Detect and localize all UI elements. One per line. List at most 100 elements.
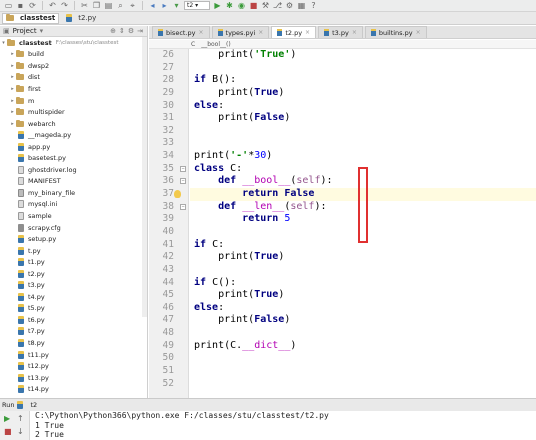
debug-icon[interactable]: ✱ xyxy=(225,1,234,10)
close-icon[interactable]: × xyxy=(305,29,310,36)
code-line[interactable]: print('-'*30) xyxy=(190,150,536,163)
scroll-up-icon[interactable]: ↑ xyxy=(17,415,24,423)
tree-item[interactable]: app.py xyxy=(0,141,147,153)
breadcrumb-project[interactable]: classtest xyxy=(2,12,60,24)
expanded-arrow-icon[interactable]: ▾ xyxy=(0,40,7,46)
code-line[interactable]: else: xyxy=(190,100,536,113)
tree-item[interactable]: __mageda.py xyxy=(0,129,147,141)
code-line[interactable] xyxy=(190,352,536,365)
fold-icon[interactable]: − xyxy=(180,178,186,185)
copy-icon[interactable]: ❐ xyxy=(92,1,101,10)
close-icon[interactable]: × xyxy=(416,29,421,36)
project-scrollbar[interactable] xyxy=(142,37,147,317)
fold-icon[interactable]: − xyxy=(180,165,186,172)
code-line[interactable] xyxy=(190,137,536,150)
tree-item[interactable]: ▸ first xyxy=(0,83,147,95)
structure-icon[interactable]: ▦ xyxy=(297,1,306,10)
tree-item[interactable]: t2.py xyxy=(0,268,147,280)
editor-crumb[interactable]: __bool__() xyxy=(201,41,231,48)
code-line[interactable]: print(False) xyxy=(190,314,536,327)
code-line[interactable]: else: xyxy=(190,302,536,315)
tree-item[interactable]: mysql.ini xyxy=(0,199,147,211)
editor-tab[interactable]: t3.py × xyxy=(318,26,363,38)
back-icon[interactable]: ↶ xyxy=(48,1,57,10)
close-icon[interactable]: × xyxy=(352,29,357,36)
gear-icon[interactable]: ⚙ xyxy=(128,27,134,35)
tree-item[interactable]: t12.py xyxy=(0,360,147,372)
lightbulb-icon[interactable] xyxy=(174,190,181,199)
build-icon[interactable]: ⚒ xyxy=(261,1,270,10)
tree-item[interactable]: basetest.py xyxy=(0,152,147,164)
code-line[interactable] xyxy=(190,125,536,138)
editor-tab[interactable]: t2.py × xyxy=(271,26,317,38)
collapsed-arrow-icon[interactable]: ▸ xyxy=(9,51,16,57)
scroll-from-source-icon[interactable]: ⊕ xyxy=(110,27,116,35)
code-line[interactable]: print(True) xyxy=(190,289,536,302)
code-line[interactable] xyxy=(190,365,536,378)
code-line[interactable] xyxy=(190,378,536,391)
code-line[interactable] xyxy=(190,327,536,340)
hide-icon[interactable]: ⇥ xyxy=(137,27,143,35)
tree-item[interactable]: t.py xyxy=(0,245,147,257)
tree-item[interactable]: sample xyxy=(0,210,147,222)
tree-item[interactable]: t11.py xyxy=(0,349,147,361)
breadcrumb-file[interactable]: t2.py xyxy=(63,13,99,24)
tree-item[interactable]: ▸ dist xyxy=(0,72,147,84)
collapsed-arrow-icon[interactable]: ▸ xyxy=(9,86,16,92)
run-output[interactable]: C:\Python\Python366\python.exe F:/classe… xyxy=(31,411,536,440)
code-line[interactable] xyxy=(190,264,536,277)
settings-icon[interactable]: ⚙ xyxy=(285,1,294,10)
tree-item[interactable]: setup.py xyxy=(0,233,147,245)
code-line[interactable]: if B(): xyxy=(190,74,536,87)
help-icon[interactable]: ? xyxy=(309,1,318,10)
editor-tab[interactable]: builtins.py × xyxy=(364,26,427,38)
run-tab[interactable]: Run t2 xyxy=(2,401,37,409)
collapsed-arrow-icon[interactable]: ▸ xyxy=(9,109,16,115)
paste-icon[interactable]: ▤ xyxy=(104,1,113,10)
coverage-icon[interactable]: ◉ xyxy=(237,1,246,10)
tree-item[interactable]: ▸ m xyxy=(0,95,147,107)
run-config-select[interactable]: t2 ▾ xyxy=(184,1,210,10)
tree-item[interactable]: my_binary_file xyxy=(0,187,147,199)
chevron-down-icon[interactable]: ▾ xyxy=(40,27,44,35)
editor-tab[interactable]: bisect.py × xyxy=(152,26,210,38)
project-panel-title[interactable]: Project xyxy=(13,27,37,35)
tree-item[interactable]: t14.py xyxy=(0,383,147,395)
code-line[interactable]: print(True) xyxy=(190,251,536,264)
collapsed-arrow-icon[interactable]: ▸ xyxy=(9,63,16,69)
editor-tab[interactable]: types.pyi × xyxy=(211,26,270,38)
code-line[interactable]: print(C.__dict__) xyxy=(190,340,536,353)
cut-icon[interactable]: ✂ xyxy=(80,1,89,10)
tree-item[interactable]: t4.py xyxy=(0,291,147,303)
save-icon[interactable]: ▪ xyxy=(16,1,25,10)
tree-item[interactable]: t7.py xyxy=(0,326,147,338)
code-line[interactable]: print(False) xyxy=(190,112,536,125)
collapse-all-icon[interactable]: ⇕ xyxy=(119,27,125,35)
scroll-down-icon[interactable]: ↓ xyxy=(17,428,24,436)
tree-item[interactable]: t8.py xyxy=(0,337,147,349)
code-line[interactable]: if C(): xyxy=(190,277,536,290)
tree-root[interactable]: ▾ classtest F:\classes\stu\classtest xyxy=(0,37,147,49)
code-line[interactable] xyxy=(190,62,536,75)
tree-item[interactable]: ▸ dwsp2 xyxy=(0,60,147,72)
close-icon[interactable]: × xyxy=(198,29,203,36)
open-icon[interactable]: ▭ xyxy=(4,1,13,10)
run-icon[interactable]: ▶ xyxy=(213,1,222,10)
sync-icon[interactable]: ⟳ xyxy=(28,1,37,10)
tree-item[interactable]: ▸ build xyxy=(0,49,147,61)
tree-item[interactable]: t3.py xyxy=(0,279,147,291)
fold-icon[interactable]: − xyxy=(180,203,186,210)
find-icon[interactable]: ⌕ xyxy=(116,1,125,10)
close-icon[interactable]: × xyxy=(258,29,263,36)
collapsed-arrow-icon[interactable]: ▸ xyxy=(9,74,16,80)
tree-item[interactable]: scrapy.cfg xyxy=(0,222,147,234)
tree-item[interactable]: MANIFEST xyxy=(0,176,147,188)
stop-icon[interactable]: ■ xyxy=(249,1,258,10)
vcs-icon[interactable]: ⎇ xyxy=(273,1,282,10)
nav-back-icon[interactable]: ◂ xyxy=(148,1,157,10)
editor-crumb[interactable]: C xyxy=(191,41,195,48)
rerun-icon[interactable]: ▶ xyxy=(4,415,10,423)
code-line[interactable]: print(True) xyxy=(190,87,536,100)
collapsed-arrow-icon[interactable]: ▸ xyxy=(9,98,16,104)
tree-item[interactable]: ghostdriver.log xyxy=(0,164,147,176)
